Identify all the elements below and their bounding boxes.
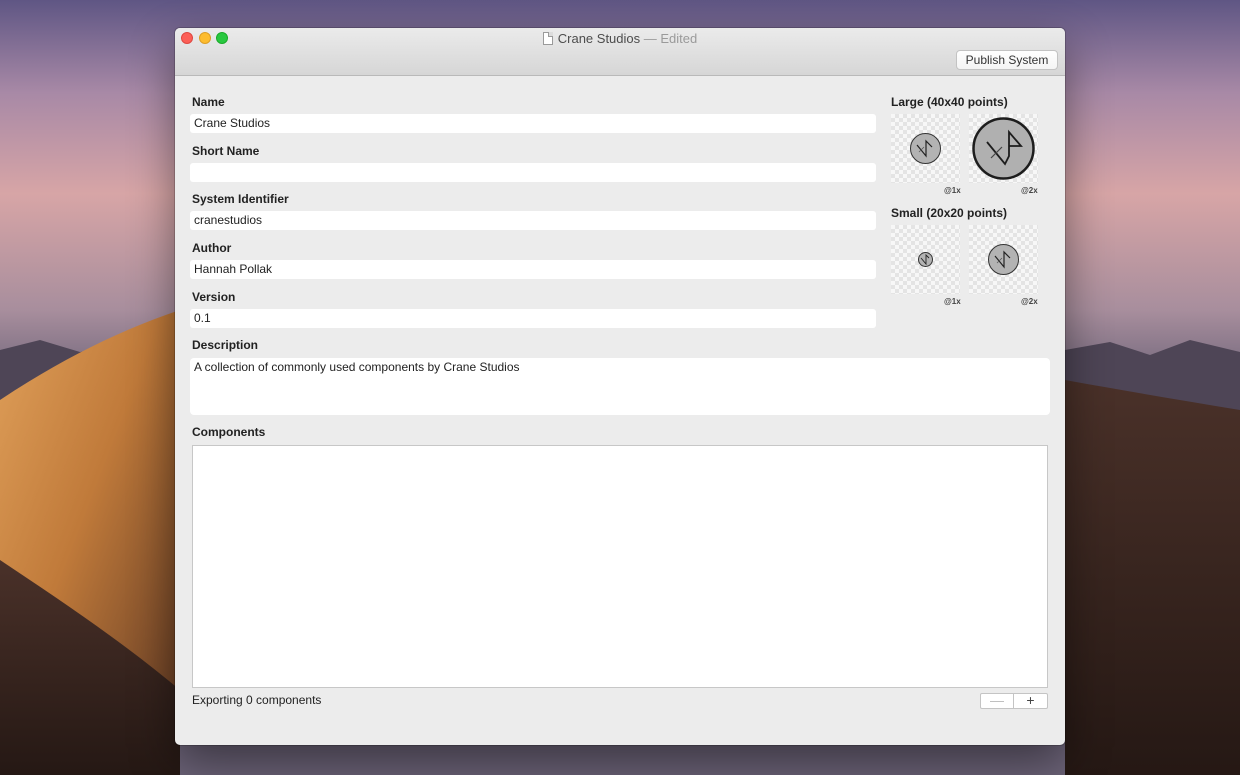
author-label: Author xyxy=(192,241,232,255)
window-title-text: Crane Studios xyxy=(557,31,641,46)
version-field[interactable]: 0.1 xyxy=(190,309,876,328)
small-1x-tag: @1x xyxy=(944,297,961,306)
name-field[interactable]: Crane Studios xyxy=(190,114,876,133)
components-label: Components xyxy=(192,425,266,439)
large-icon-label: Large (40x40 points) xyxy=(891,95,1008,109)
small-2x-icon-well[interactable] xyxy=(969,225,1038,294)
add-component-button[interactable]: + xyxy=(1013,693,1048,709)
large-2x-icon-well[interactable] xyxy=(969,114,1038,183)
system-identifier-field[interactable]: cranestudios xyxy=(190,211,876,230)
exporting-status: Exporting 0 components xyxy=(192,693,322,707)
description-field[interactable]: A collection of commonly used components… xyxy=(190,358,1050,415)
small-1x-icon-well[interactable] xyxy=(891,225,960,294)
name-label: Name xyxy=(192,95,225,109)
large-1x-icon-well[interactable] xyxy=(891,114,960,183)
crane-logo-icon xyxy=(988,244,1019,275)
window-title: Crane Studios — Edited xyxy=(175,31,1065,46)
short-name-field[interactable] xyxy=(190,163,876,182)
version-label: Version xyxy=(192,290,236,304)
large-2x-tag: @2x xyxy=(1021,186,1038,195)
author-field[interactable]: Hannah Pollak xyxy=(190,260,876,279)
components-list[interactable] xyxy=(192,445,1048,688)
small-2x-tag: @2x xyxy=(1021,297,1038,306)
large-1x-tag: @1x xyxy=(944,186,961,195)
publish-system-button[interactable]: Publish System xyxy=(956,50,1058,70)
system-identifier-label: System Identifier xyxy=(192,192,289,206)
description-label: Description xyxy=(192,338,259,352)
title-bar: Crane Studios — Edited Publish System xyxy=(175,28,1065,76)
crane-logo-icon xyxy=(972,117,1035,180)
small-icon-label: Small (20x20 points) xyxy=(891,206,1008,220)
crane-logo-icon xyxy=(918,252,933,267)
remove-component-button[interactable]: — xyxy=(980,693,1014,709)
short-name-label: Short Name xyxy=(192,144,260,158)
crane-logo-icon xyxy=(910,133,941,164)
window-title-edited: — Edited xyxy=(643,31,698,46)
main-window: Crane Studios — Edited Publish System Na… xyxy=(175,28,1065,745)
document-icon xyxy=(542,32,553,45)
